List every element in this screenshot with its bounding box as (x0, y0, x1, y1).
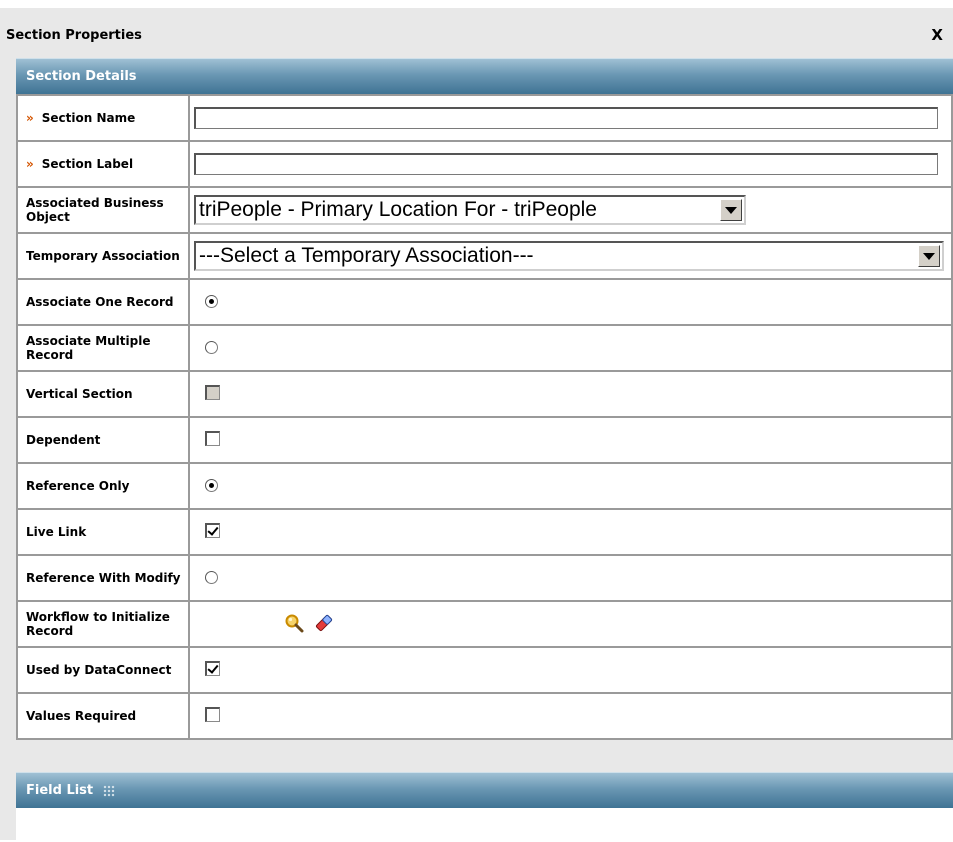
associate-one-radio[interactable] (205, 294, 218, 308)
row-vertical-section: Vertical Section (16, 370, 953, 418)
value-cell (188, 600, 953, 648)
value-cell: triPeople - Primary Location For - triPe… (188, 186, 953, 234)
ref-only-label: Reference Only (16, 462, 190, 510)
section-properties-dialog: Section Properties X Section Details » Se… (0, 8, 953, 840)
row-workflow-initialize: Workflow to Initialize Record (16, 600, 953, 648)
section-details-title: Section Details (26, 69, 137, 84)
row-dependent: Dependent (16, 416, 953, 464)
vertical-section-checkbox (205, 384, 220, 400)
values-required-checkbox[interactable] (205, 706, 220, 722)
values-required-label: Values Required (16, 692, 190, 740)
row-used-by-dataconnect: Used by DataConnect (16, 646, 953, 694)
row-values-required: Values Required (16, 692, 953, 740)
section-name-label: Section Name (41, 111, 136, 125)
ref-modify-label: Reference With Modify (16, 554, 190, 602)
chevron-down-icon[interactable] (720, 199, 742, 221)
field-list-body (16, 808, 953, 840)
row-temporary-association: Temporary Association ---Select a Tempor… (16, 232, 953, 280)
reference-with-modify-radio[interactable] (205, 570, 218, 584)
value-cell (188, 324, 953, 372)
dialog-title: Section Properties (6, 28, 142, 43)
section-label-input[interactable] (194, 153, 938, 175)
row-associate-one-record: Associate One Record (16, 278, 953, 326)
field-list-header[interactable]: Field List (16, 772, 953, 808)
magnifier-icon[interactable] (284, 613, 304, 633)
assoc-multi-label: Associate Multiple Record (16, 324, 190, 372)
value-cell (188, 554, 953, 602)
associated-bo-select[interactable]: triPeople - Primary Location For - triPe… (194, 195, 746, 225)
row-reference-with-modify: Reference With Modify (16, 554, 953, 602)
value-cell (188, 692, 953, 740)
reference-only-radio[interactable] (205, 478, 218, 492)
assoc-one-label: Associate One Record (16, 278, 190, 326)
row-associated-business-object: Associated Business Object triPeople - P… (16, 186, 953, 234)
label-cell: » Section Label (16, 140, 190, 188)
row-associate-multiple-record: Associate Multiple Record (16, 324, 953, 372)
value-cell (188, 140, 953, 188)
value-cell (188, 462, 953, 510)
associate-multiple-radio[interactable] (205, 340, 218, 354)
row-reference-only: Reference Only (16, 462, 953, 510)
section-name-input[interactable] (194, 107, 938, 129)
section-label-label: Section Label (41, 157, 134, 171)
value-cell (188, 370, 953, 418)
field-list-title: Field List (26, 783, 94, 798)
dialog-title-bar: Section Properties X (0, 8, 953, 58)
value-cell (188, 416, 953, 464)
live-link-checkbox[interactable] (205, 522, 220, 538)
section-details-table: » Section Name » Section Label Associated … (16, 94, 953, 740)
section-details-header: Section Details (16, 58, 953, 94)
required-marker-icon: » (26, 111, 34, 125)
value-cell (188, 94, 953, 142)
value-cell (188, 278, 953, 326)
row-live-link: Live Link (16, 508, 953, 556)
eraser-icon[interactable] (314, 613, 334, 633)
vertical-label: Vertical Section (16, 370, 190, 418)
close-button[interactable]: X (931, 26, 943, 44)
dataconnect-label: Used by DataConnect (16, 646, 190, 694)
chevron-down-icon[interactable] (918, 245, 940, 267)
temp-assoc-select[interactable]: ---Select a Temporary Association--- (194, 241, 944, 271)
associated-bo-label: Associated Business Object (16, 186, 190, 234)
dataconnect-checkbox[interactable] (205, 660, 220, 676)
required-marker-icon: » (26, 157, 34, 171)
live-link-label: Live Link (16, 508, 190, 556)
temp-assoc-selected: ---Select a Temporary Association--- (199, 244, 534, 267)
associated-bo-selected: triPeople - Primary Location For - triPe… (199, 198, 597, 221)
temp-assoc-label: Temporary Association (16, 232, 190, 280)
workflow-actions (284, 613, 334, 633)
value-cell (188, 508, 953, 556)
dependent-checkbox[interactable] (205, 430, 220, 446)
dependent-label: Dependent (16, 416, 190, 464)
workflow-label: Workflow to Initialize Record (16, 600, 190, 648)
value-cell (188, 646, 953, 694)
row-section-name: » Section Name (16, 94, 953, 142)
grid-dots-icon[interactable] (103, 784, 116, 797)
label-cell: » Section Name (16, 94, 190, 142)
value-cell: ---Select a Temporary Association--- (188, 232, 953, 280)
row-section-label: » Section Label (16, 140, 953, 188)
